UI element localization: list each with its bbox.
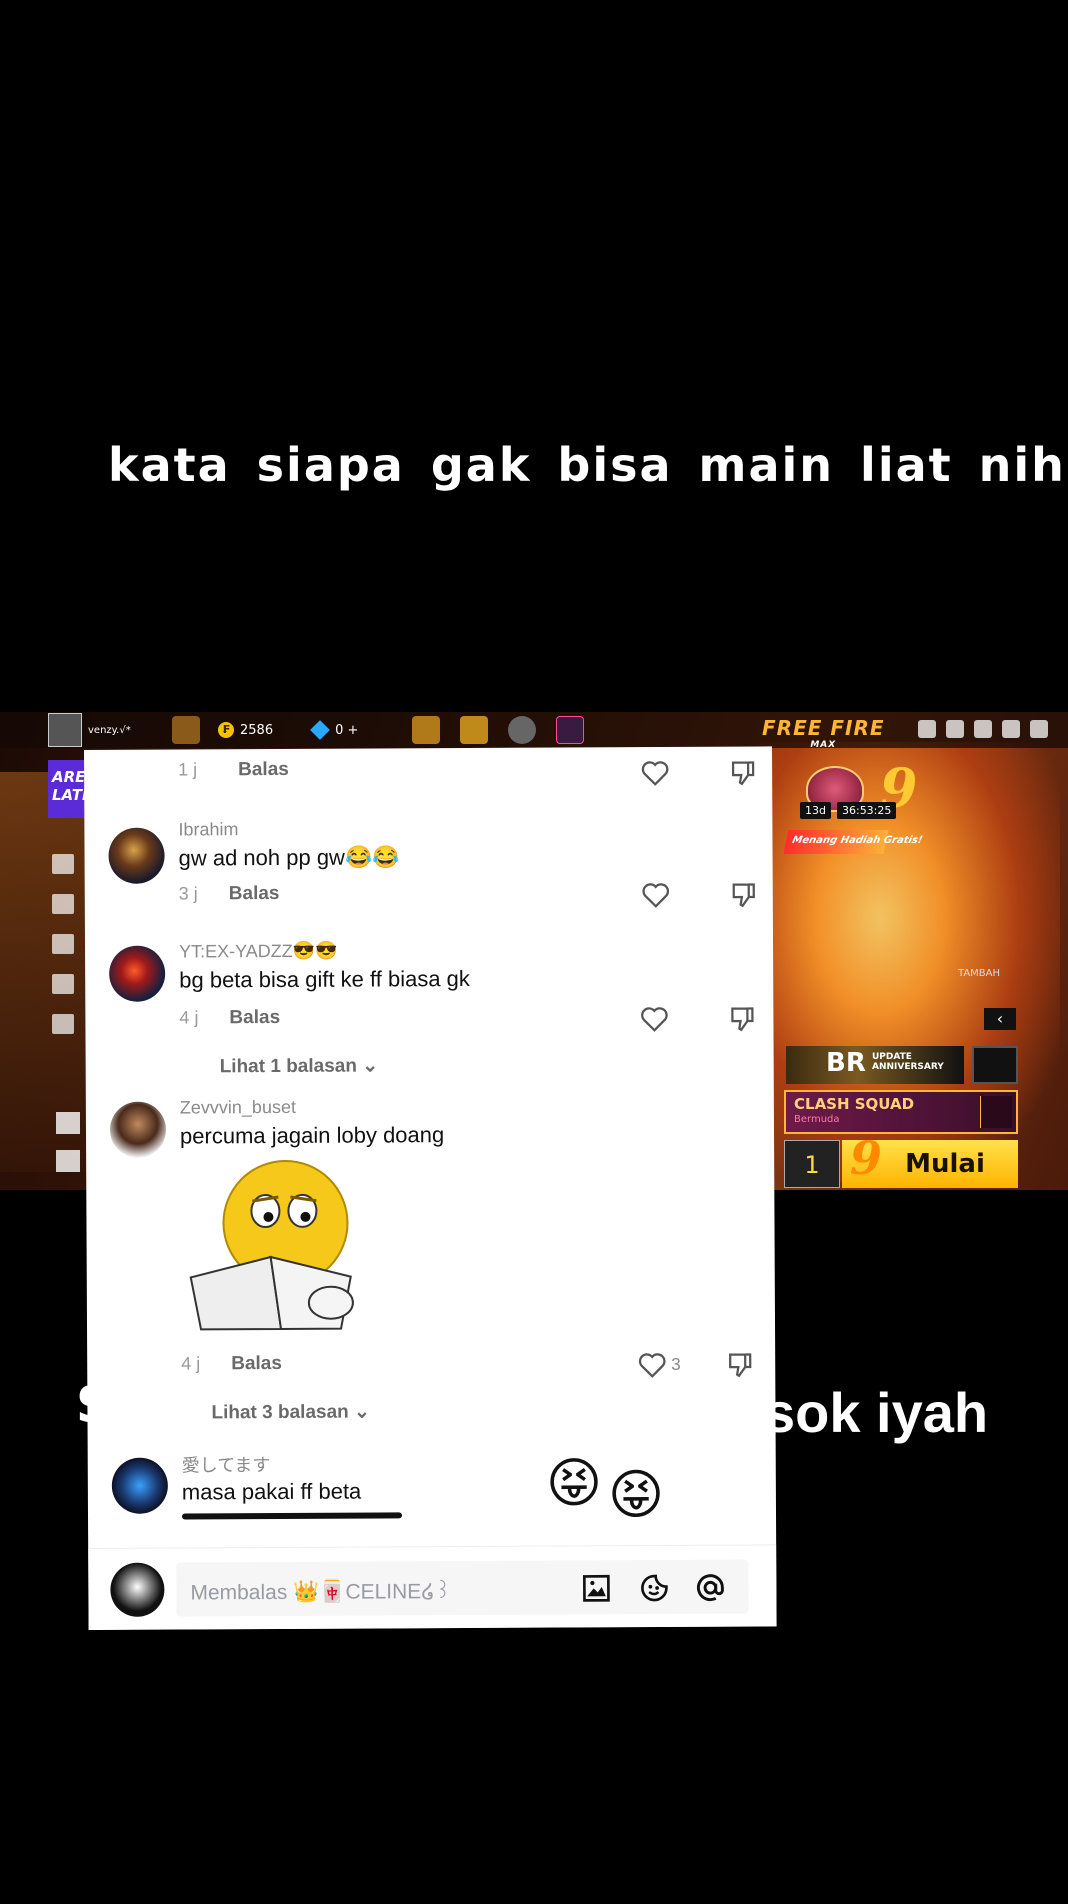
caption-bottom-right: sok iyah [764, 1381, 989, 1444]
gear-icon [972, 1046, 1018, 1084]
avatar[interactable] [111, 1457, 168, 1514]
event-icon [556, 716, 585, 744]
guild-icon [56, 1112, 80, 1134]
add-button: TAMBAH [958, 968, 1001, 979]
event-timers: 13d 36:53:25 [800, 802, 897, 819]
sticker-icon[interactable] [638, 1572, 670, 1604]
comment-item: YT:EX-YADZZ😎😎 bg beta bisa gift ke ff bi… [85, 938, 773, 1077]
free-gift-banner: Menang Hadiah Gratis! [783, 830, 924, 854]
like-count: 3 [671, 1354, 681, 1374]
hud-icons [918, 720, 1048, 738]
br-anniversary-banner: BR UPDATE ANNIVERSARY [786, 1046, 964, 1084]
mention-icon[interactable] [694, 1572, 726, 1604]
heart-icon[interactable] [637, 1351, 667, 1379]
lobby-side-bottom [56, 1112, 80, 1172]
comment-item: Ibrahim gw ad noh pp gw😂😂 3 j Balas [84, 816, 772, 908]
game-mode-select: CLASH SQUAD Bermuda [784, 1090, 1018, 1134]
mission-icon [52, 974, 74, 994]
coin-balance: ₣ 2586 [218, 722, 273, 738]
floating-emoji: 😝 [607, 1462, 665, 1527]
reading-emoji-sticker [189, 1159, 354, 1331]
comment-panel: 1 j Balas Ibrahim gw ad noh pp gw😂😂 3 j … [84, 746, 777, 1630]
comment-text: bg beta bisa gift ke ff biasa gk [179, 965, 470, 993]
diamond-amount: 0 + [335, 722, 359, 738]
thumbs-down-icon[interactable] [729, 880, 759, 908]
floating-emoji: 😝 [545, 1451, 603, 1515]
squad-icon [980, 1096, 1012, 1128]
comment-item: 愛してます masa pakai ff beta [88, 1448, 776, 1520]
level-badge-icon [412, 716, 441, 744]
mail-icon [918, 720, 936, 738]
attachment-preview [181, 1512, 403, 1520]
avatar[interactable] [109, 1101, 167, 1158]
event-calendar-icon [52, 1014, 74, 1034]
comment-time: 1 j [178, 759, 198, 780]
heart-icon[interactable] [639, 1005, 669, 1033]
player-avatar [48, 713, 82, 747]
avatar[interactable] [108, 827, 165, 884]
comment-time: 4 j [181, 1353, 201, 1374]
image-icon[interactable] [580, 1572, 612, 1604]
game-hud-top: venzy.√* ₣ 2586 0 + [0, 712, 1068, 748]
coin-amount: 2586 [240, 722, 274, 738]
caption-top: kata siapa gak bisa main liat nih [108, 438, 1066, 492]
player-name: venzy.√* [88, 724, 131, 736]
friends-icon [946, 720, 964, 738]
start-button: 9 Mulai [842, 1134, 1018, 1188]
my-avatar [110, 1562, 165, 1617]
comment-text: percuma jagain loby doang [179, 1122, 445, 1149]
comment-item: Zevvvin_buset percuma jagain loby doang … [86, 1094, 774, 1423]
store-icon [52, 854, 74, 874]
comment-sticker [180, 1152, 362, 1334]
timer-days: 13d [800, 802, 831, 819]
elite-icon [508, 716, 537, 744]
reply-button[interactable]: Balas [229, 883, 280, 905]
heart-icon[interactable] [640, 759, 670, 787]
pass-badge-icon [460, 716, 489, 744]
thumbs-down-icon[interactable] [725, 1350, 755, 1378]
free-fire-logo: FREE FIRE MAX [762, 716, 885, 750]
bundle-icon [52, 934, 74, 954]
reply-button[interactable]: Balas [231, 1353, 282, 1375]
diamond-icon [310, 720, 330, 740]
timer-clock: 36:53:25 [836, 802, 897, 819]
ff-icon [56, 1150, 80, 1172]
comment-text: gw ad noh pp gw😂😂 [178, 844, 400, 871]
diamond-balance: 0 + [310, 720, 359, 740]
comment-time: 4 j [179, 1007, 199, 1028]
rank-badge-icon [172, 716, 200, 744]
chevron-left-icon: ‹ [984, 1008, 1016, 1030]
coin-icon: ₣ [218, 722, 234, 738]
thumbs-down-icon[interactable] [728, 758, 758, 786]
lobby-side-menu [52, 854, 74, 1034]
reply-input-bar: Membalas 👑🀄CELINE໒꒱ [88, 1544, 777, 1630]
comment-text: masa pakai ff beta [181, 1478, 362, 1505]
reply-input[interactable]: Membalas 👑🀄CELINE໒꒱ [176, 1559, 749, 1617]
inbox-icon [974, 720, 992, 738]
squad-count: 1 [784, 1140, 840, 1188]
comment-username[interactable]: Ibrahim [178, 819, 238, 840]
heart-icon[interactable] [641, 881, 671, 909]
comment-username[interactable]: 愛してます [182, 1451, 271, 1477]
reply-placeholder: Membalas 👑🀄CELINE໒꒱ [190, 1580, 452, 1605]
avatar[interactable] [109, 945, 166, 1002]
luck-royale-icon [52, 894, 74, 914]
view-replies-link[interactable]: Lihat 3 balasan ⌄ [211, 1401, 370, 1425]
comment-username[interactable]: YT:EX-YADZZ😎😎 [179, 941, 338, 963]
wifi-icon [1030, 720, 1048, 738]
settings-icon [1002, 720, 1020, 738]
comment-username[interactable]: Zevvvin_buset [180, 1097, 296, 1119]
view-replies-link[interactable]: Lihat 1 balasan ⌄ [220, 1054, 379, 1078]
reply-button[interactable]: Balas [229, 1007, 280, 1029]
thumbs-down-icon[interactable] [727, 1004, 757, 1032]
comment-time: 3 j [178, 883, 198, 904]
reply-button[interactable]: Balas [238, 759, 289, 781]
